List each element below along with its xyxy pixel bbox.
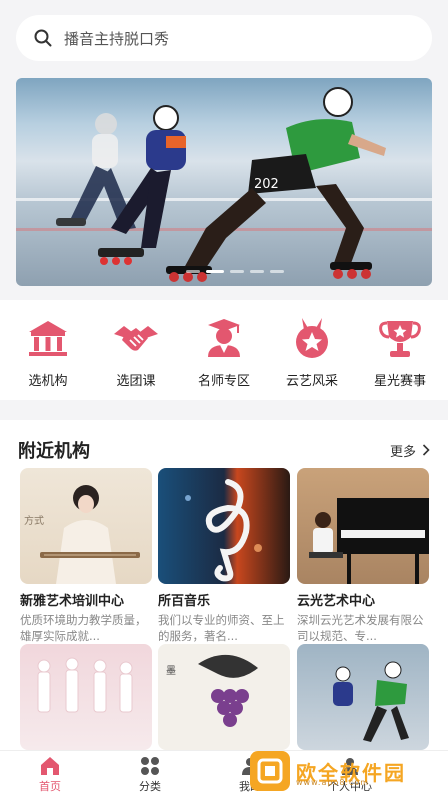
- medal-icon: [288, 316, 336, 360]
- more-link[interactable]: 更多: [390, 441, 430, 460]
- institution-name: 新雅艺术培训中心: [20, 594, 125, 609]
- more-label: 更多: [389, 444, 416, 460]
- search-icon: [34, 29, 52, 47]
- institution-card[interactable]: [20, 644, 152, 750]
- institution-desc: 优质环境助力教学质量，雄厚实际成就...: [20, 613, 147, 643]
- institution-image: [20, 644, 152, 750]
- section-header: 附近机构 更多: [18, 436, 430, 464]
- category-item-group-class[interactable]: 选团课: [96, 316, 176, 400]
- grid-icon: [139, 756, 161, 776]
- carousel-dot[interactable]: [230, 270, 244, 273]
- category-label: 选团课: [116, 374, 156, 389]
- home-icon: [39, 756, 61, 776]
- institution-card[interactable]: 云光艺术中心 深圳云光艺术发展有限公司以规范、专...: [297, 468, 429, 644]
- category-grid: 选机构 选团课 名师专区 云艺风采 星光赛事: [0, 300, 448, 400]
- category-item-institution[interactable]: 选机构: [8, 316, 88, 400]
- banner-skaters-image: 202: [56, 87, 386, 282]
- watermark-logo-icon: [250, 751, 290, 791]
- carousel-dot[interactable]: [250, 270, 264, 273]
- institution-name: 云光艺术中心: [297, 594, 376, 609]
- category-label: 名师专区: [197, 374, 250, 389]
- institution-icon: [24, 316, 72, 360]
- institution-name: 所百音乐: [158, 594, 211, 609]
- category-item-teachers[interactable]: 名师专区: [184, 316, 264, 400]
- category-item-showcase[interactable]: 云艺风采: [272, 316, 352, 400]
- carousel-indicator[interactable]: [186, 270, 284, 273]
- institution-image: [297, 468, 429, 584]
- carousel-dot[interactable]: [186, 270, 200, 273]
- category-label: 选机构: [28, 374, 68, 389]
- svg-text:方式: 方式: [24, 514, 44, 527]
- chevron-right-icon: [422, 444, 430, 456]
- search-placeholder: 播音主持脱口秀: [64, 29, 170, 48]
- carousel-dot[interactable]: [270, 270, 284, 273]
- institution-image: [297, 644, 429, 750]
- nearby-section: 附近机构 更多 方式 新雅艺术培训中心 优质环境助力教学质量，雄厚实际成就...: [0, 420, 448, 750]
- institution-desc: 深圳云光艺术发展有限公司以规范、专...: [297, 613, 424, 643]
- tab-category[interactable]: 分类: [100, 751, 200, 798]
- tab-label: 首页: [39, 780, 61, 793]
- institution-card[interactable]: [297, 644, 429, 750]
- search-input[interactable]: 播音主持脱口秀: [16, 15, 432, 61]
- search-bar-area: 播音主持脱口秀: [0, 0, 448, 76]
- category-label: 星光赛事: [373, 374, 426, 389]
- institution-card[interactable]: 方式 新雅艺术培训中心 优质环境助力教学质量，雄厚实际成就...: [20, 468, 152, 644]
- institution-image: 方式: [20, 468, 152, 584]
- handshake-icon: [112, 316, 160, 360]
- svg-text:墨: 墨: [166, 665, 176, 677]
- tab-home[interactable]: 首页: [0, 751, 100, 798]
- category-item-competition[interactable]: 星光赛事: [360, 316, 440, 400]
- institution-desc: 我们以专业的师资、至上的服务，著名...: [158, 613, 285, 643]
- watermark-url: www.apo8.com: [296, 778, 370, 787]
- institution-image: [158, 468, 290, 584]
- tab-label: 分类: [139, 780, 161, 793]
- institution-card[interactable]: 墨: [158, 644, 290, 750]
- watermark: 欧全软件园 www.apo8.com: [250, 748, 440, 794]
- teacher-icon: [200, 316, 248, 360]
- section-title: 附近机构: [18, 441, 90, 462]
- institution-card[interactable]: 所百音乐 我们以专业的师资、至上的服务，著名...: [158, 468, 290, 644]
- trophy-icon: [376, 316, 424, 360]
- institution-image: 墨: [158, 644, 290, 750]
- banner-carousel[interactable]: 202: [16, 78, 432, 286]
- bib-number: 202: [254, 177, 279, 192]
- carousel-dot-active[interactable]: [206, 270, 224, 273]
- category-label: 云艺风采: [285, 374, 338, 389]
